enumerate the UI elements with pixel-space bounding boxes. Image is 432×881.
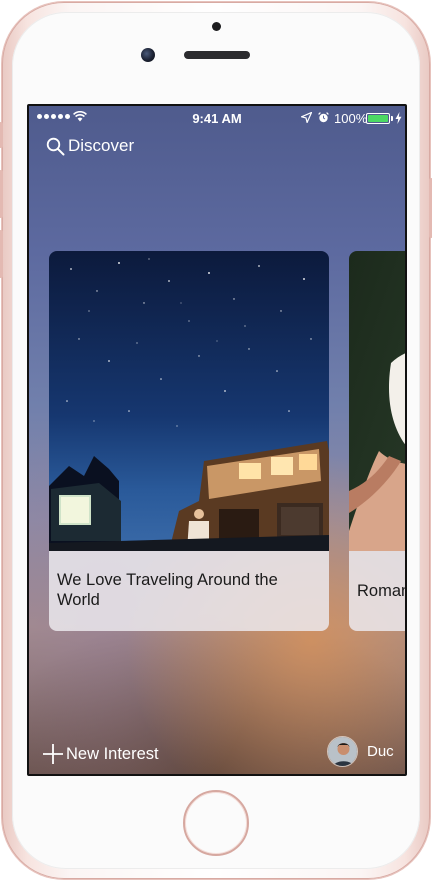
battery-nub [391, 116, 393, 121]
card-caption: We Love Traveling Around the World [49, 551, 329, 631]
search-icon [46, 137, 65, 155]
battery-level-fill [368, 115, 388, 122]
volume-up-button [0, 170, 3, 218]
proximity-sensor [212, 22, 221, 31]
discover-search-button[interactable]: Discover [46, 136, 134, 156]
interest-card[interactable]: Roman [349, 251, 405, 631]
new-interest-label: New Interest [66, 744, 159, 763]
mute-switch [0, 122, 3, 148]
person-portrait-photo [349, 251, 405, 551]
plus-icon [43, 744, 63, 764]
alarm-clock-icon [318, 112, 329, 123]
user-profile-button[interactable]: Duc [327, 736, 394, 767]
avatar [327, 736, 358, 767]
status-bar: 9:41 AM 100% [29, 106, 405, 130]
home-button[interactable] [183, 790, 249, 856]
phone-screen: 9:41 AM 100% Discover We Love Traveling … [27, 104, 407, 776]
volume-down-button [0, 230, 3, 278]
front-camera [141, 48, 155, 62]
user-name: Duc [367, 743, 394, 760]
night-sky-camper-van-photo [49, 251, 329, 551]
location-arrow-icon [301, 112, 312, 123]
battery-percentage: 100% [334, 111, 368, 126]
charging-bolt-icon [395, 112, 402, 124]
battery-icon [366, 113, 390, 124]
discover-title: Discover [68, 136, 135, 155]
earpiece-speaker [184, 51, 250, 59]
new-interest-button[interactable]: New Interest [42, 743, 159, 765]
card-caption: Roman [349, 551, 405, 631]
interest-card[interactable]: We Love Traveling Around the World [49, 251, 329, 631]
